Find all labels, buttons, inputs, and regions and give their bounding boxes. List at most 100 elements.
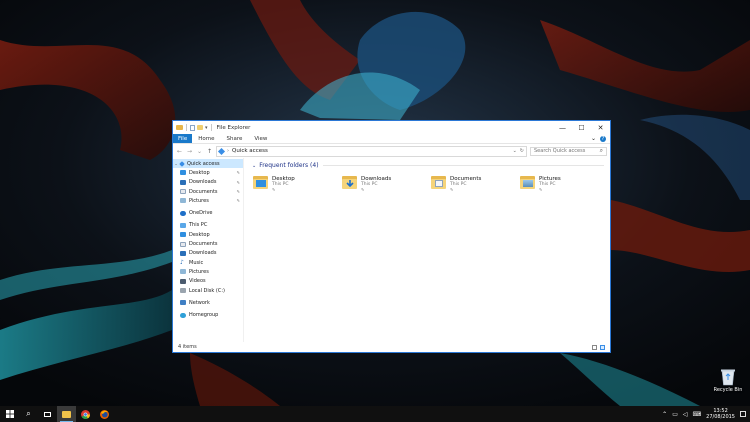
search-button[interactable]: ⌕ (19, 406, 38, 422)
tab-file[interactable]: File (173, 134, 193, 143)
toolbar-divider (210, 124, 212, 131)
sidebar-item-label: Desktop (189, 231, 210, 238)
documents-folder-icon (430, 174, 448, 190)
search-input[interactable] (534, 148, 600, 154)
frequent-folders-header[interactable]: ⌄ Frequent folders (4) (252, 161, 610, 170)
sidebar-item-pc-local-disk[interactable]: Local Disk (C:) (173, 286, 243, 295)
sidebar-item-label: Desktop (189, 169, 210, 176)
tab-share[interactable]: Share (220, 134, 248, 143)
sidebar-item-pc-documents[interactable]: Documents (173, 239, 243, 248)
help-icon[interactable]: ? (600, 135, 606, 142)
sidebar-item-this-pc[interactable]: This PC (173, 221, 243, 230)
sidebar-item-label: This PC (189, 222, 208, 229)
file-list-pane: ⌄ Frequent folders (4) Desktop This PC ✎ (244, 158, 610, 342)
navigation-pane: ⌄ Quick access Desktop ✎ Downloads ✎ Doc… (173, 158, 244, 342)
pictures-folder-icon (519, 174, 537, 190)
file-explorer-window: ▾ File Explorer — ☐ ✕ File Home Share Vi… (172, 120, 611, 353)
folder-tile-documents[interactable]: Documents This PC ✎ (430, 174, 519, 196)
sidebar-item-qa-pictures[interactable]: Pictures ✎ (173, 196, 243, 205)
details-view-icon[interactable] (592, 344, 597, 350)
address-path[interactable]: Quick access (232, 148, 510, 154)
pin-icon: ✎ (539, 187, 543, 192)
sidebar-item-pc-videos[interactable]: Videos (173, 277, 243, 286)
sidebar-item-quick-access[interactable]: ⌄ Quick access (173, 159, 243, 169)
sidebar-item-pc-desktop[interactable]: Desktop (173, 230, 243, 239)
windows-logo-icon (5, 410, 14, 418)
sidebar-item-label: Videos (189, 278, 206, 285)
back-arrow-icon[interactable]: ← (176, 148, 183, 155)
volume-icon[interactable]: ◁ (683, 411, 688, 418)
desktop-icon (180, 170, 186, 176)
sidebar-item-pc-music[interactable]: ♪ Music (173, 258, 243, 267)
forward-arrow-icon[interactable]: → (186, 148, 193, 155)
address-dropdown-icon[interactable]: ⌄ (513, 148, 517, 154)
sidebar-item-label: Homegroup (189, 312, 219, 319)
sidebar-item-onedrive[interactable]: OneDrive (173, 208, 243, 217)
clock[interactable]: 13:52 27/08/2015 (706, 408, 735, 420)
sidebar-item-label: Pictures (189, 197, 209, 204)
search-box[interactable]: ⌕ (530, 146, 607, 156)
recycle-bin[interactable]: Recycle Bin (710, 368, 746, 393)
up-arrow-icon[interactable]: ↑ (206, 148, 213, 155)
sidebar-item-network[interactable]: Network (173, 298, 243, 307)
ribbon-tabs: File Home Share View ⌄ ? (173, 134, 610, 144)
recent-locations-icon[interactable]: ⌄ (196, 148, 203, 155)
navigation-bar: ← → ⌄ ↑ › Quick access ⌄ ↻ ⌕ (173, 144, 610, 158)
breadcrumb-chevron-icon[interactable]: › (227, 148, 229, 154)
expand-ribbon-icon[interactable]: ⌄ (591, 135, 596, 142)
network-icon (180, 300, 186, 306)
customize-toolbar-icon[interactable]: ▾ (205, 125, 208, 131)
sidebar-item-qa-downloads[interactable]: Downloads ✎ (173, 178, 243, 187)
show-hidden-icons-icon[interactable]: ⌃ (662, 411, 667, 418)
pin-icon: ✎ (236, 189, 240, 195)
collapse-group-icon[interactable]: ⌄ (252, 163, 256, 169)
minimize-button[interactable]: — (553, 121, 572, 134)
status-bar: 4 items (173, 342, 610, 352)
network-icon[interactable]: ▭ (672, 411, 678, 418)
folder-tile-pictures[interactable]: Pictures This PC ✎ (519, 174, 608, 196)
task-view-icon (44, 411, 51, 417)
desktop-icon (180, 232, 186, 238)
downloads-icon (180, 179, 186, 185)
address-bar[interactable]: › Quick access ⌄ ↻ (216, 145, 527, 157)
sidebar-item-homegroup[interactable]: Homegroup (173, 310, 243, 319)
taskbar-file-explorer[interactable] (57, 406, 76, 422)
action-center-icon[interactable] (740, 411, 746, 417)
tab-view[interactable]: View (248, 134, 273, 143)
folder-tile-desktop[interactable]: Desktop This PC ✎ (252, 174, 341, 196)
search-icon: ⌕ (26, 409, 31, 418)
sidebar-item-label: OneDrive (189, 210, 213, 217)
sidebar-item-pc-downloads[interactable]: Downloads (173, 249, 243, 258)
tab-home[interactable]: Home (192, 134, 220, 143)
pictures-icon (180, 269, 186, 275)
system-tray: ⌃ ▭ ◁ ⌨ 13:52 27/08/2015 (662, 408, 750, 420)
sidebar-item-pc-pictures[interactable]: Pictures (173, 267, 243, 276)
new-folder-icon[interactable] (197, 125, 203, 130)
refresh-icon[interactable]: ↻ (520, 148, 524, 154)
ribbon-spacer (273, 134, 591, 143)
sidebar-item-qa-desktop[interactable]: Desktop ✎ (173, 168, 243, 177)
taskbar-chrome[interactable] (76, 406, 95, 422)
quick-access-toolbar: ▾ (173, 124, 213, 131)
start-button[interactable] (0, 406, 19, 422)
sidebar-item-label: Network (189, 299, 210, 306)
pin-icon: ✎ (236, 179, 240, 185)
folder-icon (62, 410, 71, 418)
sidebar-item-label: Local Disk (C:) (189, 287, 225, 294)
properties-icon[interactable] (190, 124, 195, 131)
keyboard-icon[interactable]: ⌨ (693, 411, 702, 418)
sidebar-item-qa-documents[interactable]: Documents ✎ (173, 187, 243, 196)
folder-tile-downloads[interactable]: Downloads This PC ✎ (341, 174, 430, 196)
cloud-icon (180, 210, 186, 216)
task-view-button[interactable] (38, 406, 57, 422)
pin-icon: ✎ (236, 198, 240, 204)
sidebar-item-label: Documents (189, 241, 218, 248)
taskbar-firefox[interactable] (95, 406, 114, 422)
pin-icon: ✎ (361, 187, 365, 192)
documents-icon (180, 241, 186, 247)
maximize-button[interactable]: ☐ (572, 121, 591, 134)
window-controls: — ☐ ✕ (553, 121, 610, 134)
ribbon-right-controls: ⌄ ? (591, 134, 610, 143)
large-icons-view-icon[interactable] (600, 344, 605, 350)
close-button[interactable]: ✕ (591, 121, 610, 134)
